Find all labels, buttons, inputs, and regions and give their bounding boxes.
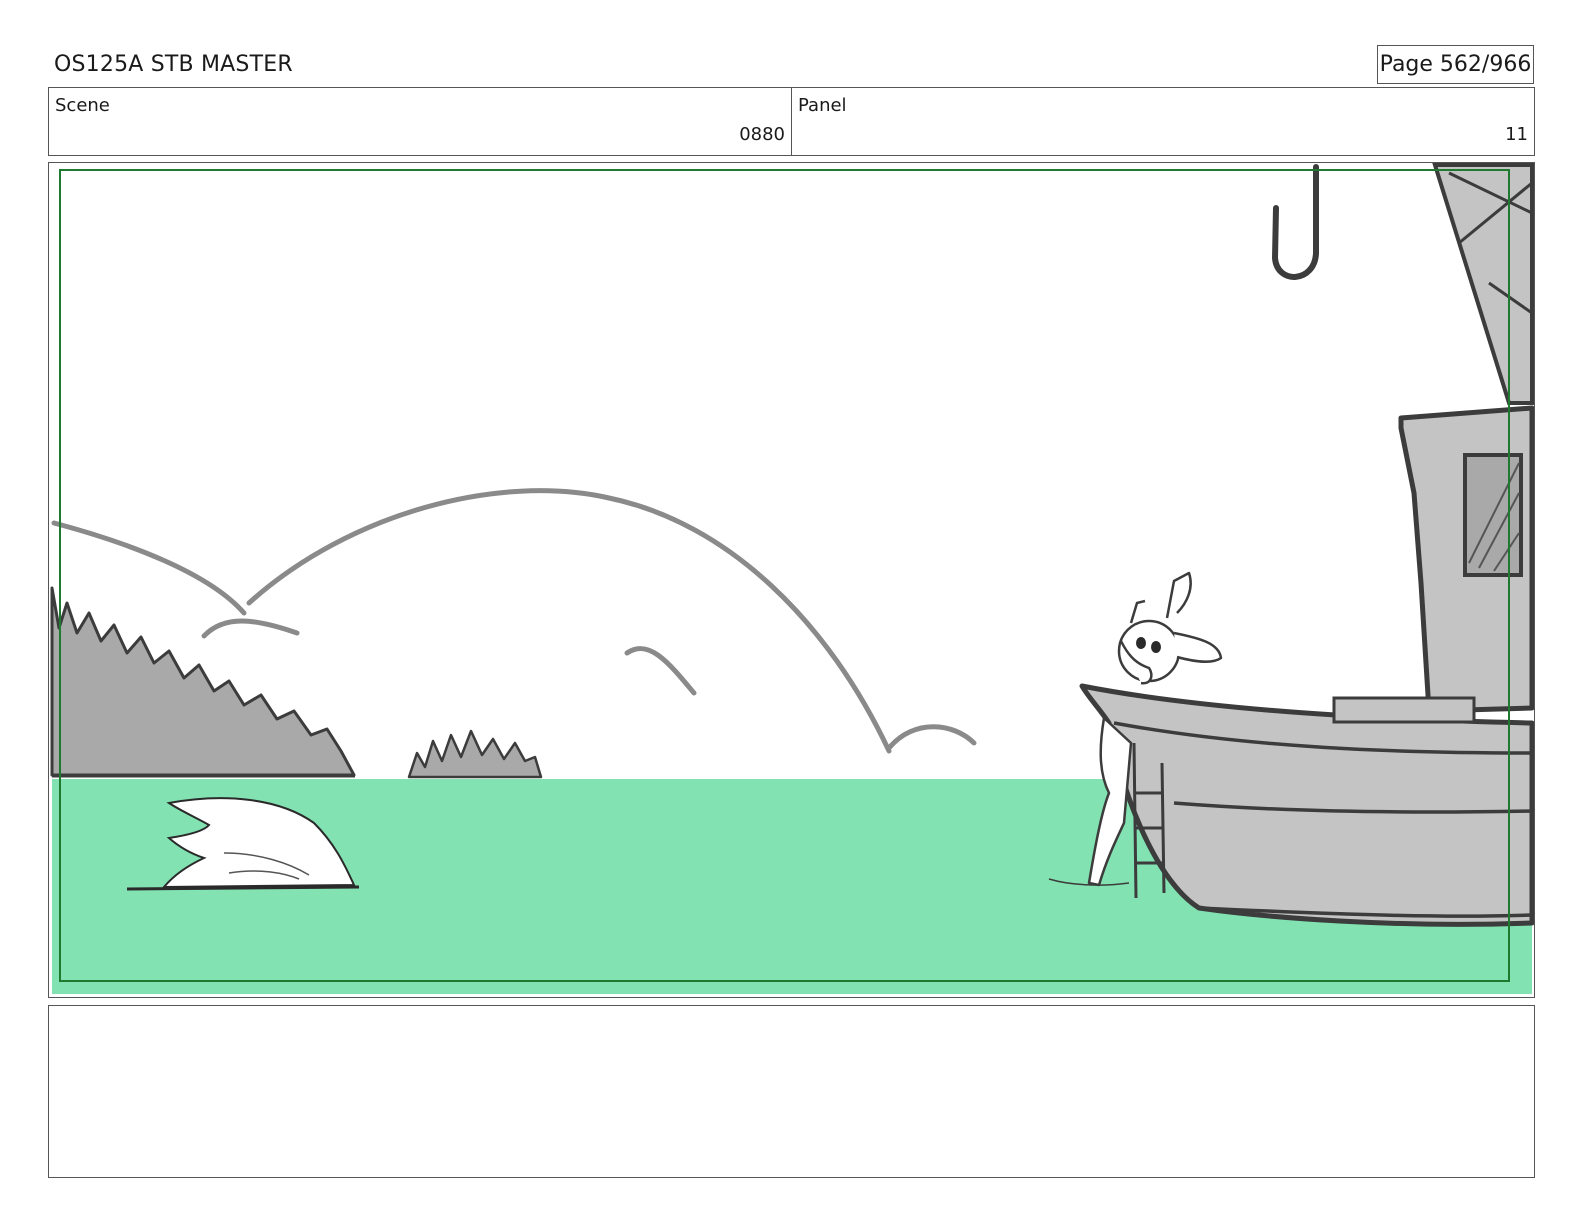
page-number-box: Page 562/966 bbox=[1377, 45, 1534, 84]
scene-panel-info-row: Scene 0880 Panel 11 bbox=[48, 87, 1535, 156]
storyboard-drawing bbox=[49, 163, 1534, 997]
scene-cell: Scene 0880 bbox=[49, 88, 792, 155]
scene-number: 0880 bbox=[739, 124, 785, 145]
document-title: OS125A STB MASTER bbox=[54, 52, 293, 77]
panel-label: Panel bbox=[798, 95, 847, 116]
panel-number: 11 bbox=[1505, 124, 1528, 145]
panel-notes-box[interactable] bbox=[48, 1005, 1535, 1178]
storyboard-frame bbox=[48, 162, 1535, 998]
panel-cell: Panel 11 bbox=[792, 88, 1534, 155]
scene-label: Scene bbox=[55, 95, 110, 116]
